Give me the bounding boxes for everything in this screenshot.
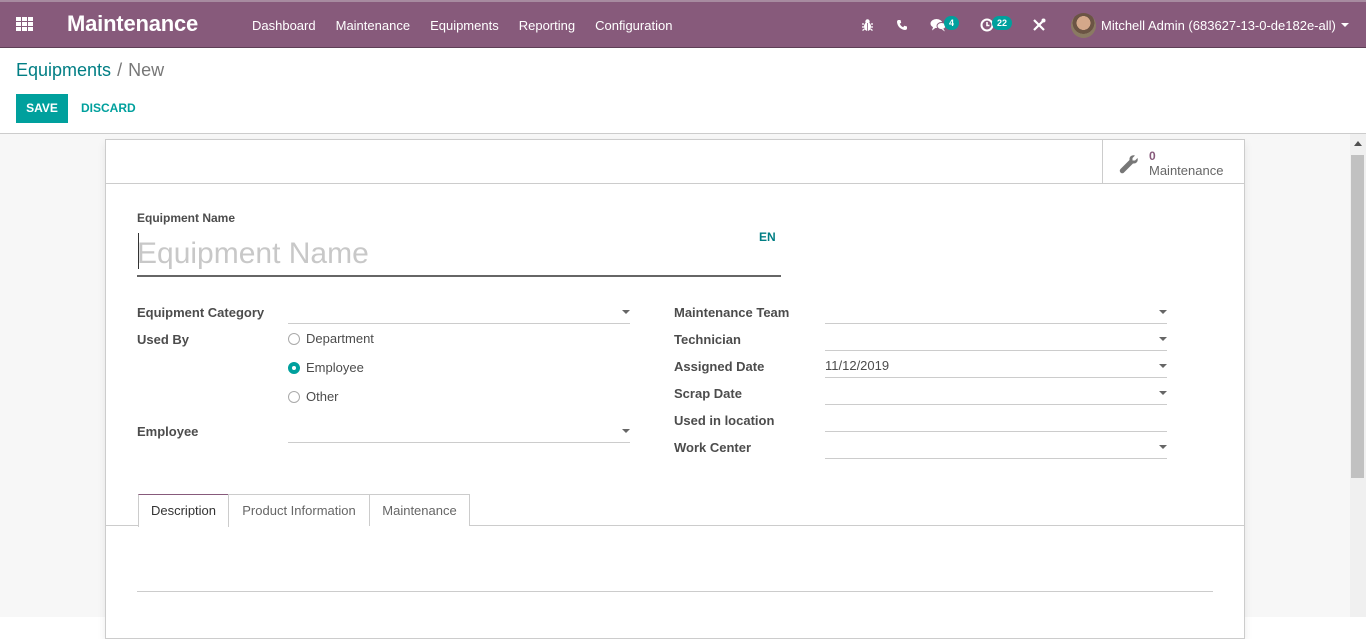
used-by-label: Used By [137,332,190,347]
main-menu: Dashboard Maintenance Equipments Reporti… [242,2,682,48]
technician-select[interactable] [825,327,1167,351]
work-center-label: Work Center [674,440,752,455]
tab-product-information[interactable]: Product Information [228,494,370,526]
apps-menu-icon[interactable] [16,17,34,33]
scroll-up-arrow-icon[interactable] [1354,141,1362,146]
app-title: Maintenance [67,11,199,36]
description-field[interactable] [137,591,1213,592]
maintenance-team-select[interactable] [825,300,1167,324]
dropdown-caret-icon [1159,445,1167,449]
maintenance-count-label: Maintenance [1149,163,1224,178]
breadcrumb: Equipments / New [16,60,164,81]
dropdown-caret-icon [622,429,630,433]
smart-button-box: 0 Maintenance [106,140,1244,184]
used-by-employee-radio[interactable]: Employee [288,360,364,375]
technician-label: Technician [674,332,741,347]
dropdown-caret-icon [1159,391,1167,395]
assigned-date-label: Assigned Date [674,359,765,374]
breadcrumb-current: New [128,60,165,80]
phone-icon[interactable] [896,15,908,35]
assigned-date-value: 11/12/2019 [825,358,890,373]
used-by-other-radio[interactable]: Other [288,389,339,404]
language-button[interactable]: EN [759,230,776,244]
menu-dashboard[interactable]: Dashboard [242,18,326,33]
dropdown-caret-icon [1159,364,1167,368]
user-menu-caret-icon[interactable] [1341,23,1349,27]
radio-label: Department [306,331,374,346]
radio-label: Other [306,389,339,404]
menu-reporting[interactable]: Reporting [509,18,585,33]
used-in-location-input[interactable] [825,408,1167,432]
dropdown-caret-icon [1159,337,1167,341]
debug-bug-icon[interactable] [861,15,874,35]
breadcrumb-separator: / [117,60,123,80]
work-center-select[interactable] [825,435,1167,459]
discard-button[interactable]: DISCARD [72,94,145,123]
scrollbar-thumb[interactable] [1351,155,1364,478]
vertical-scrollbar[interactable] [1350,134,1366,617]
activities-count-badge: 22 [992,16,1013,30]
wrench-icon [1119,155,1138,174]
menu-maintenance[interactable]: Maintenance [326,18,420,33]
dropdown-caret-icon [1159,310,1167,314]
tools-icon[interactable] [1032,15,1046,35]
radio-checked-icon [288,361,300,374]
equipment-name-label: Equipment Name [137,211,236,225]
used-in-location-label: Used in location [674,413,775,428]
text-cursor [138,233,139,269]
used-by-department-radio[interactable]: Department [288,331,374,346]
radio-unchecked-icon [288,332,300,345]
equipment-category-label: Equipment Category [137,305,265,320]
employee-select[interactable] [288,419,630,443]
scrap-date-picker[interactable] [825,381,1167,405]
dropdown-caret-icon [622,310,630,314]
assigned-date-picker[interactable]: 11/12/2019 [825,354,1167,378]
messages-count-badge: 4 [944,16,960,30]
scrap-date-label: Scrap Date [674,386,742,401]
form-sheet: 0 Maintenance Equipment Name EN Equipmen… [105,139,1245,639]
user-menu[interactable]: Mitchell Admin (683627-13-0-de182e-all) [1101,18,1336,33]
equipment-category-select[interactable] [288,300,630,324]
menu-equipments[interactable]: Equipments [420,18,509,33]
radio-label: Employee [306,360,364,375]
tab-maintenance[interactable]: Maintenance [369,494,470,526]
save-button[interactable]: SAVE [16,94,68,123]
equipment-name-input[interactable] [137,232,781,277]
radio-unchecked-icon [288,390,300,403]
tab-description[interactable]: Description [138,494,229,527]
employee-label: Employee [137,424,199,439]
maintenance-team-label: Maintenance Team [674,305,790,320]
maintenance-count-value: 0 [1149,149,1156,163]
breadcrumb-equipments-link[interactable]: Equipments [16,60,111,80]
user-avatar[interactable] [1071,13,1096,38]
menu-configuration[interactable]: Configuration [585,18,682,33]
top-navbar: Maintenance Dashboard Maintenance Equipm… [0,0,1366,48]
maintenance-count-button[interactable]: 0 Maintenance [1102,140,1244,184]
notebook-tabs: Description Product Information Maintena… [106,494,1244,527]
